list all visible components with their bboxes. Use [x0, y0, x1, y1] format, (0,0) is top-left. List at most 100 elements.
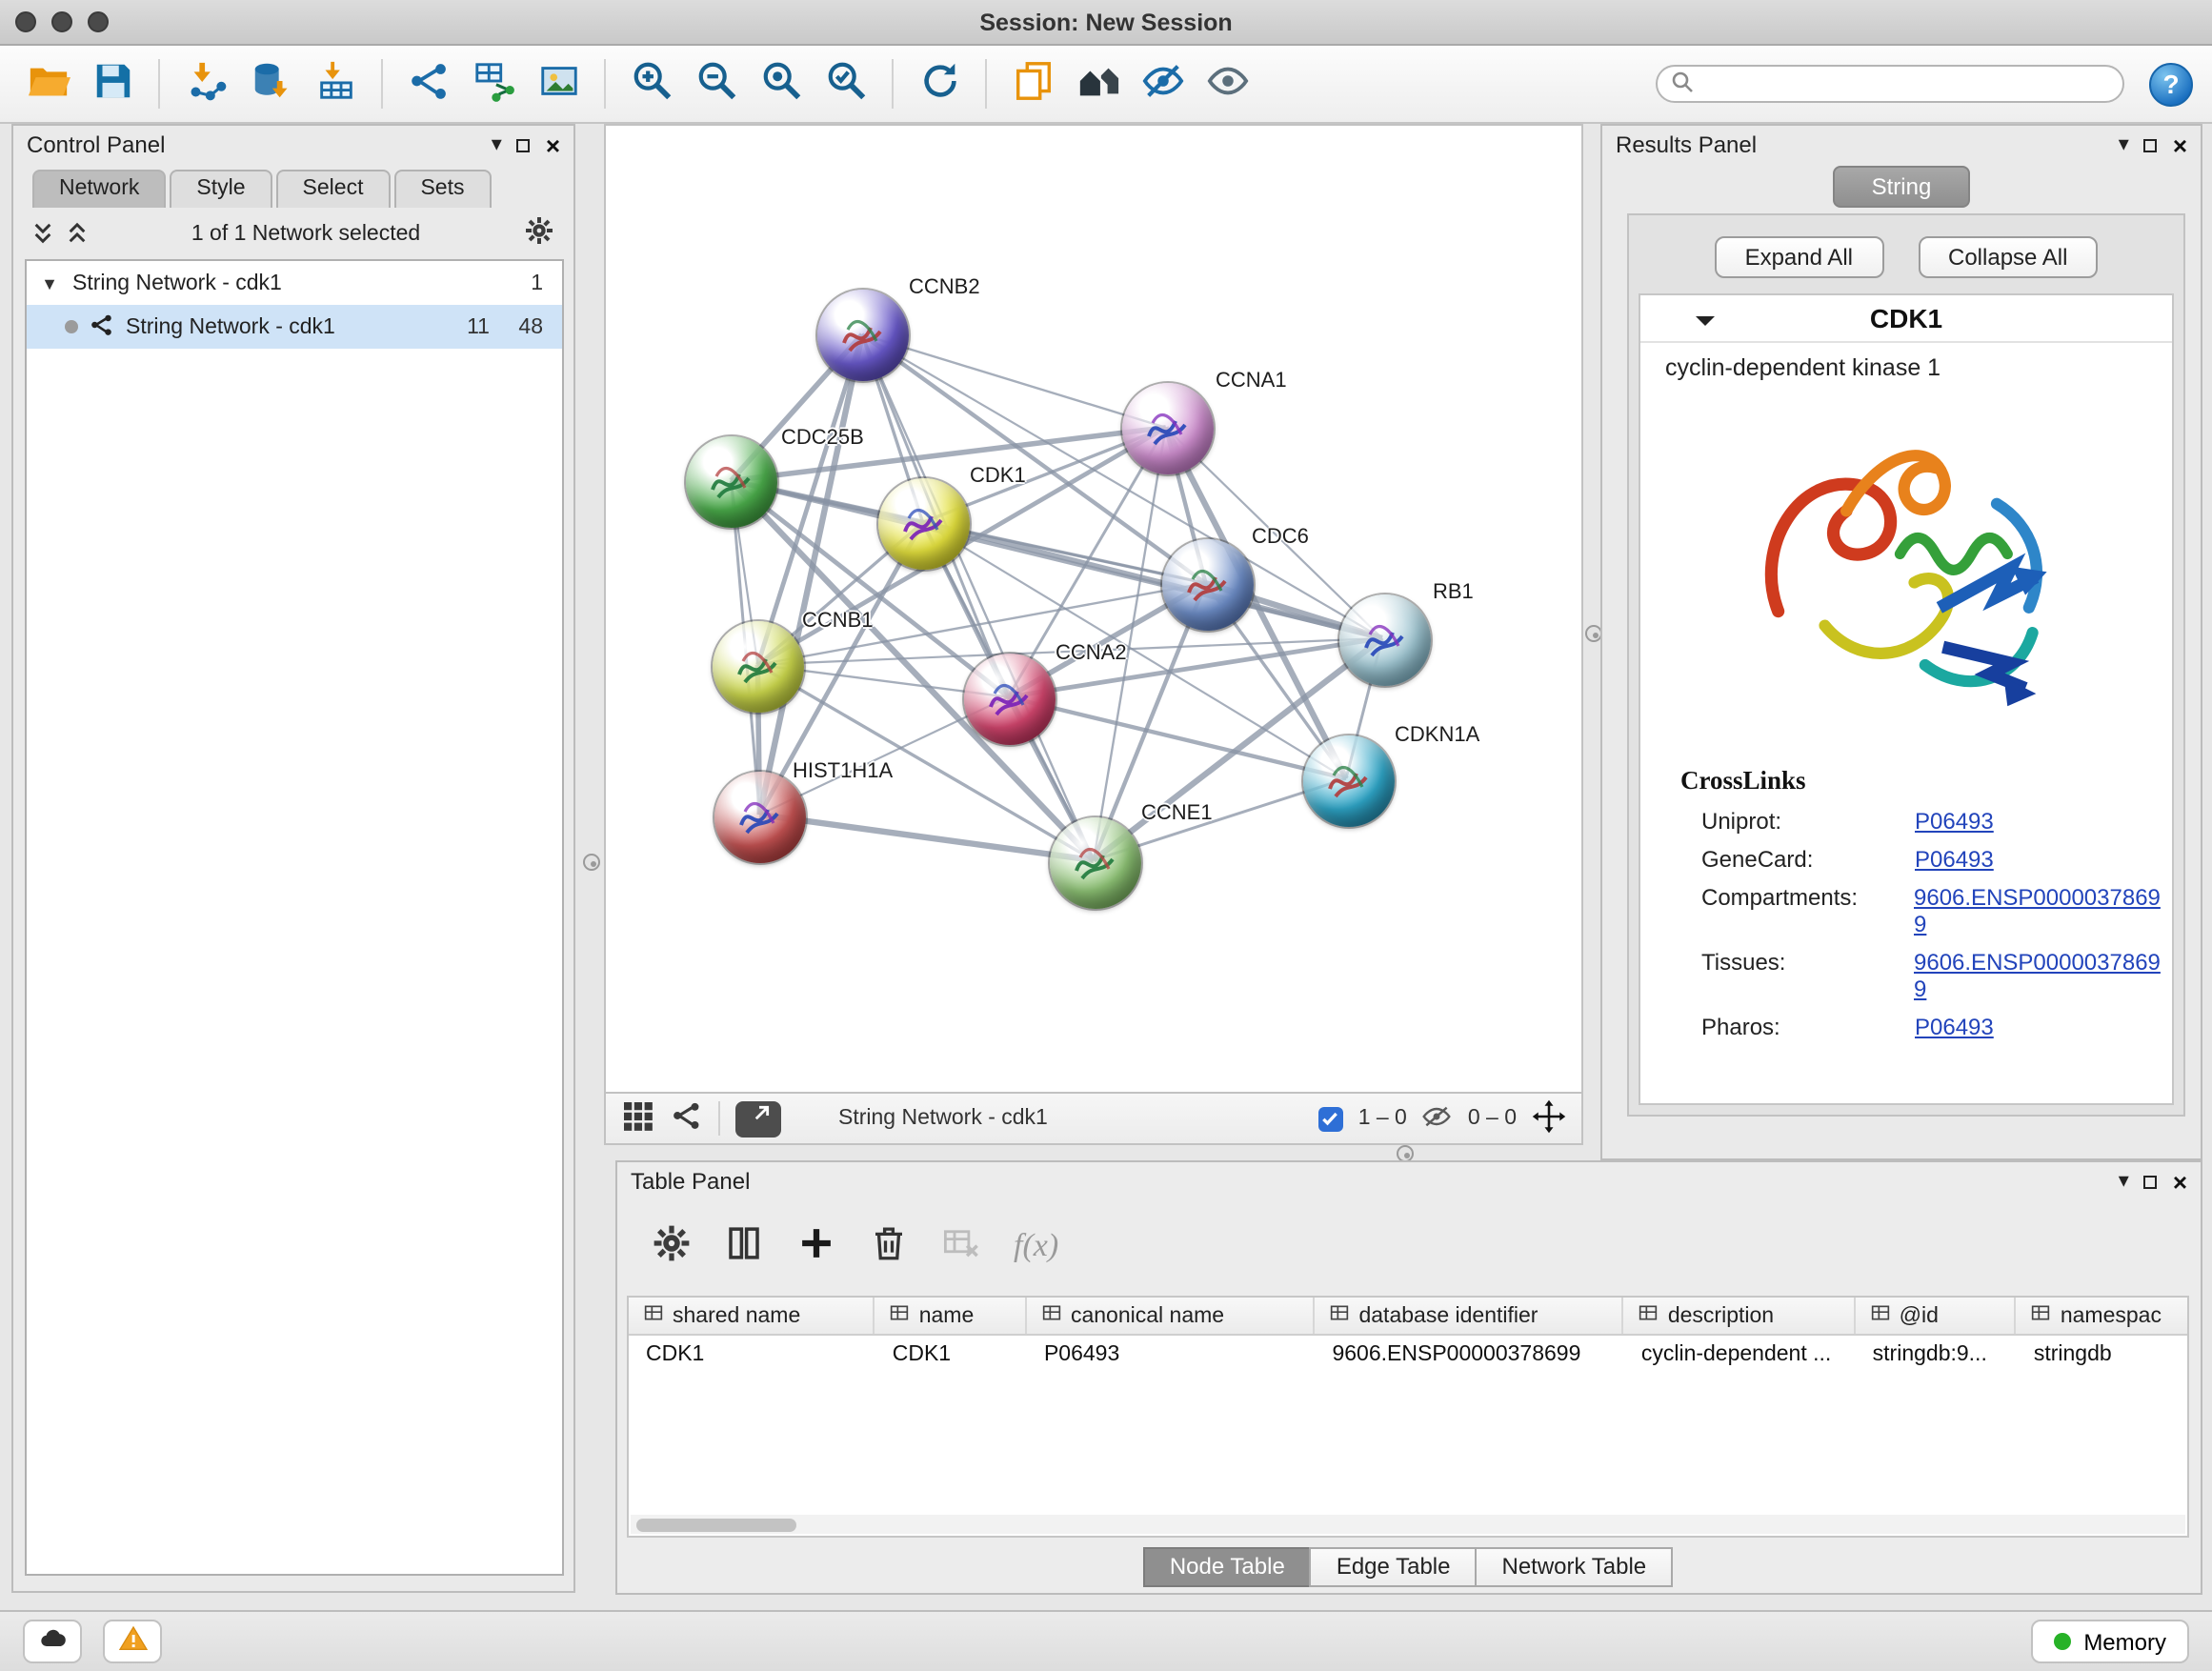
close-panel-button[interactable]: × [2173, 132, 2187, 157]
network-node-label: CCNB1 [802, 610, 874, 633]
network-overview-button[interactable] [671, 1099, 703, 1137]
collapse-tree-button[interactable] [67, 221, 88, 246]
float-panel-button[interactable]: ▾ [2119, 1171, 2129, 1192]
detach-view-button[interactable] [735, 1100, 781, 1137]
hide-selected-button[interactable] [1134, 55, 1191, 112]
clone-network-button[interactable] [1004, 55, 1061, 112]
delete-column-button[interactable] [869, 1222, 909, 1268]
zoom-in-button[interactable] [623, 55, 680, 112]
selected-counts: 1 – 0 [1358, 1107, 1407, 1130]
search-input[interactable] [1703, 72, 2109, 95]
create-column-button[interactable] [796, 1222, 836, 1268]
network-row[interactable]: String Network - cdk1 11 48 [27, 305, 562, 349]
function-builder-button[interactable]: f(x) [1014, 1226, 1058, 1264]
tab-select[interactable]: Select [276, 170, 391, 208]
tab-sets[interactable]: Sets [393, 170, 491, 208]
splitter-handle[interactable] [583, 854, 600, 871]
network-collection-row[interactable]: ▼ String Network - cdk1 1 [27, 261, 562, 305]
show-graphics-details-button[interactable] [1198, 55, 1256, 112]
crosslink-link[interactable]: P06493 [1915, 1014, 1994, 1040]
show-columns-button[interactable] [724, 1222, 764, 1268]
export-image-button[interactable] [530, 55, 587, 112]
collapse-all-button[interactable]: Collapse All [1918, 236, 2098, 278]
crosslink-link[interactable]: P06493 [1915, 846, 1994, 873]
tab-network-table[interactable]: Network Table [1476, 1547, 1674, 1587]
apply-layout-button[interactable] [911, 55, 968, 112]
expand-all-button[interactable]: Expand All [1715, 236, 1883, 278]
delete-table-button[interactable] [941, 1222, 981, 1268]
memory-button[interactable]: Memory [2030, 1620, 2189, 1663]
scrollbar-thumb[interactable] [636, 1518, 796, 1531]
float-panel-button[interactable]: ▾ [2119, 134, 2129, 155]
column-header[interactable]: namespac [2017, 1298, 2187, 1334]
network-node-cdk1[interactable] [878, 478, 970, 570]
titlebar: Session: New Session [0, 0, 2212, 46]
table-settings-button[interactable] [652, 1222, 692, 1268]
column-header[interactable]: shared name [629, 1298, 875, 1334]
network-node-ccna2[interactable] [964, 654, 1056, 745]
zoom-selected-button[interactable] [817, 55, 875, 112]
thumbnail-view-button[interactable] [621, 1098, 655, 1138]
network-node-cdc25b[interactable] [686, 436, 777, 528]
crosslink-link[interactable]: P06493 [1915, 808, 1994, 835]
tree-expander-icon[interactable]: ▼ [38, 273, 61, 292]
table-cell[interactable]: cyclin-dependent ... [1624, 1336, 1856, 1374]
open-session-button[interactable] [19, 55, 76, 112]
protein-structure-icon [835, 307, 892, 364]
network-node-ccne1[interactable] [1050, 817, 1141, 909]
network-table-button[interactable] [465, 55, 522, 112]
tab-node-table[interactable]: Node Table [1143, 1547, 1312, 1587]
table-cell[interactable]: stringdb [2017, 1336, 2187, 1374]
help-button[interactable]: ? [2149, 62, 2193, 106]
table-cell[interactable]: 9606.ENSP00000378699 [1315, 1336, 1623, 1374]
horizontal-scrollbar[interactable] [631, 1515, 2185, 1534]
warnings-button[interactable] [103, 1620, 162, 1663]
import-network-database-button[interactable] [242, 55, 299, 112]
network-canvas[interactable]: CCNB2CCNA1CDC25BCDK1CDC6RB1CCNB1CCNA2CDK… [604, 124, 1583, 1094]
table-cell[interactable]: CDK1 [875, 1336, 1027, 1374]
column-header[interactable]: canonical name [1027, 1298, 1316, 1334]
column-header[interactable]: description [1624, 1298, 1856, 1334]
maximize-panel-button[interactable] [2144, 1175, 2158, 1188]
import-table-button[interactable] [307, 55, 364, 112]
table-cell[interactable]: stringdb:9... [1856, 1336, 2017, 1374]
tab-edge-table[interactable]: Edge Table [1310, 1547, 1478, 1587]
column-header[interactable]: database identifier [1315, 1298, 1623, 1334]
maximize-panel-button[interactable] [2144, 138, 2158, 151]
tab-string[interactable]: String [1834, 166, 1970, 208]
tab-style[interactable]: Style [170, 170, 271, 208]
new-network-button[interactable] [400, 55, 457, 112]
zoom-out-button[interactable] [688, 55, 745, 112]
close-panel-button[interactable]: × [2173, 1169, 2187, 1194]
table-row[interactable]: CDK1 CDK1 P06493 9606.ENSP00000378699 cy… [629, 1336, 2187, 1374]
network-node-hist1h1a[interactable] [714, 772, 806, 863]
crosslink-link[interactable]: 9606.ENSP00000378699 [1914, 884, 2172, 937]
zoom-fit-button[interactable] [753, 55, 810, 112]
column-header[interactable]: name [875, 1298, 1027, 1334]
network-options-button[interactable] [524, 215, 554, 252]
import-network-file-button[interactable] [177, 55, 234, 112]
network-node-ccna1[interactable] [1122, 383, 1214, 474]
column-header[interactable]: @id [1856, 1298, 2017, 1334]
network-node-cdkn1a[interactable] [1303, 735, 1395, 827]
table-cell[interactable]: CDK1 [629, 1336, 875, 1374]
network-node-rb1[interactable] [1339, 594, 1431, 686]
float-panel-button[interactable]: ▾ [492, 134, 502, 155]
network-node-cdc6[interactable] [1162, 539, 1254, 631]
expand-tree-button[interactable] [32, 221, 53, 246]
home-views-button[interactable] [1069, 55, 1126, 112]
table-cell[interactable]: P06493 [1027, 1336, 1316, 1374]
selected-checkbox-icon[interactable] [1318, 1106, 1343, 1131]
node-details-header[interactable]: CDK1 [1640, 295, 2172, 343]
network-node-ccnb1[interactable] [713, 621, 804, 713]
string-network-icon [90, 312, 114, 342]
maximize-panel-button[interactable] [517, 138, 531, 151]
save-session-button[interactable] [84, 55, 141, 112]
center-view-button[interactable] [1532, 1098, 1566, 1138]
network-node-ccnb2[interactable] [817, 290, 909, 381]
cloud-button[interactable] [23, 1620, 82, 1663]
network-node-label: CDC25B [781, 427, 864, 450]
close-panel-button[interactable]: × [546, 132, 560, 157]
crosslink-link[interactable]: 9606.ENSP00000378699 [1914, 949, 2172, 1002]
tab-network[interactable]: Network [32, 170, 166, 208]
